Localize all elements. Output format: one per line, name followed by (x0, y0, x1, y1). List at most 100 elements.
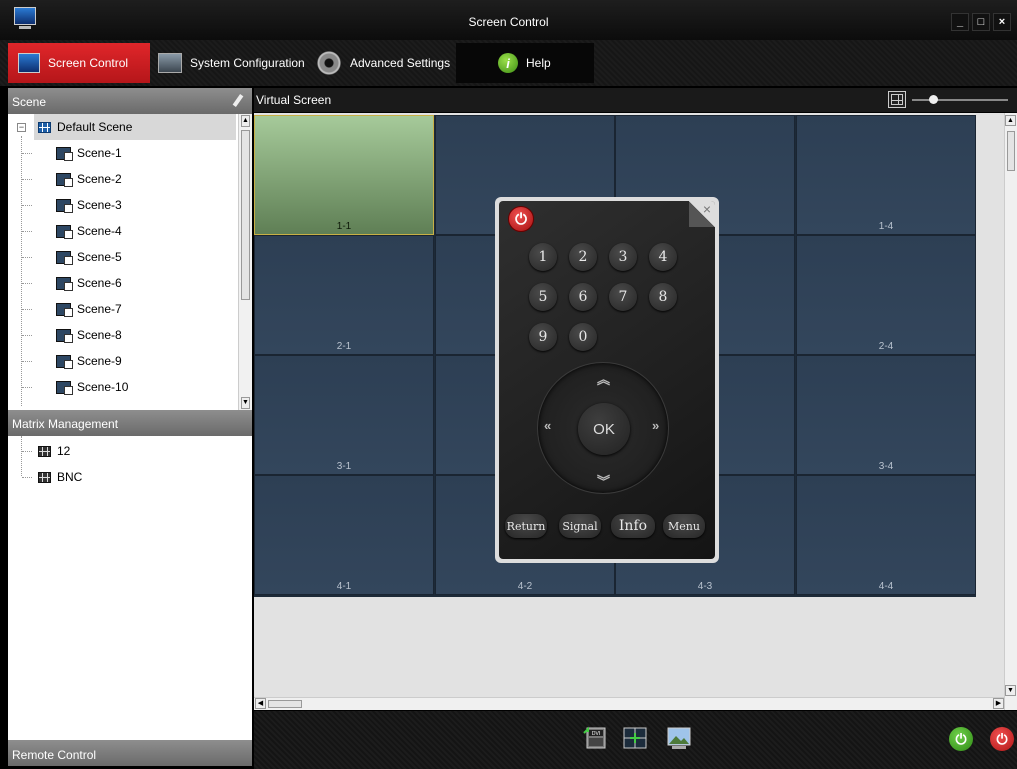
tree-line (22, 387, 32, 388)
screen-cell[interactable]: 1-4 (796, 115, 976, 235)
tree-line (22, 153, 32, 154)
matrix-panel-header: Matrix Management (8, 410, 252, 436)
tree-item-label: Scene-7 (77, 302, 122, 316)
tree-item-scene[interactable]: Scene-7 (56, 296, 122, 322)
scene-icon (56, 302, 73, 317)
tab-screen-control[interactable]: Screen Control (8, 43, 150, 83)
screen-cell[interactable]: 3-1 (254, 355, 434, 475)
function-key-button[interactable]: Return (505, 514, 547, 538)
scene-panel-header: Scene (8, 88, 252, 114)
tree-item-scene[interactable]: Scene-3 (56, 192, 122, 218)
tree-item-label: Scene-1 (77, 146, 122, 160)
scroll-down-arrow[interactable]: ▼ (1005, 685, 1016, 696)
title-bar: Screen Control _ □ × (0, 0, 1017, 40)
scrollbar-thumb[interactable] (1007, 131, 1015, 171)
tree-item-scene[interactable]: Scene-4 (56, 218, 122, 244)
zoom-slider[interactable] (912, 99, 1008, 101)
tab-label: Advanced Settings (350, 56, 451, 70)
number-key-button[interactable]: 5 (529, 283, 557, 311)
scrollbar-thumb[interactable] (241, 130, 250, 300)
tree-line (21, 436, 22, 476)
left-panel: Scene Default Scene − ▲ ▼ Scene-1 Scene-2… (8, 88, 252, 766)
scene-tree: Default Scene − ▲ ▼ Scene-1 Scene-2 Scene-… (8, 114, 252, 410)
function-key-button[interactable]: Info (611, 514, 655, 538)
tab-advanced-settings[interactable]: Advanced Settings (310, 43, 454, 83)
arrow-left-button[interactable]: « (544, 418, 551, 433)
number-key-button[interactable]: 0 (569, 323, 597, 351)
number-key-button[interactable]: 2 (569, 243, 597, 271)
scroll-right-arrow[interactable]: ▶ (993, 698, 1004, 709)
screen-cell[interactable]: 4-1 (254, 475, 434, 595)
number-key-button[interactable]: 1 (529, 243, 557, 271)
remote-close-button[interactable]: × (703, 201, 711, 217)
tree-item-scene[interactable]: Scene-10 (56, 374, 128, 400)
bottom-toolbar: DVI ⏻ ⏻ (254, 711, 1017, 769)
number-key-button[interactable]: 7 (609, 283, 637, 311)
arrow-up-button[interactable]: ︽ (597, 369, 610, 388)
screen-cell[interactable]: 3-4 (796, 355, 976, 475)
remote-control-popup: × ⏻ ︽ ︾ « » OK 1 2 3 4 5 6 7 8 9 0 Return Signal Inf… (495, 197, 719, 563)
scroll-down-arrow[interactable]: ▼ (241, 397, 250, 409)
tree-item-scene[interactable]: Scene-9 (56, 348, 122, 374)
remote-power-button[interactable]: ⏻ (508, 206, 534, 232)
matrix-panel-title: Matrix Management (12, 417, 119, 431)
tab-help[interactable]: i Help (456, 43, 594, 83)
collapse-toggle[interactable]: − (17, 123, 26, 132)
maximize-button[interactable]: □ (972, 13, 990, 31)
tab-system-configuration[interactable]: System Configuration (152, 43, 308, 83)
screen-icon (18, 53, 40, 73)
tree-item-default-scene[interactable]: Default Scene (34, 114, 236, 140)
split-screen-icon[interactable] (622, 725, 648, 751)
number-key-button[interactable]: 9 (529, 323, 557, 351)
tree-item-label: Scene-10 (77, 380, 129, 394)
number-key-button[interactable]: 3 (609, 243, 637, 271)
edit-pencil-icon[interactable] (232, 94, 244, 107)
ok-button[interactable]: OK (578, 403, 630, 455)
arrow-down-button[interactable]: ︾ (597, 471, 610, 490)
canvas-vertical-scrollbar[interactable]: ▲ ▼ (1004, 113, 1017, 710)
tree-item-matrix[interactable]: BNC (38, 464, 82, 490)
remote-control-panel-header[interactable]: Remote Control (8, 740, 252, 766)
tree-item-scene[interactable]: Scene-8 (56, 322, 122, 348)
canvas-horizontal-scrollbar[interactable]: ◀ ▶ (254, 697, 1004, 710)
scroll-up-arrow[interactable]: ▲ (241, 115, 250, 127)
screen-cell[interactable]: 4-4 (796, 475, 976, 595)
tree-line (22, 257, 32, 258)
power-on-button[interactable]: ⏻ (949, 727, 973, 751)
screen-cell[interactable]: 1-1 (254, 115, 434, 235)
zoom-slider-handle[interactable] (929, 95, 938, 104)
dvi-keyboard-icon[interactable]: DVI (582, 725, 608, 751)
tree-line (22, 283, 32, 284)
layout-grid-icon[interactable] (888, 91, 906, 108)
tree-item-scene[interactable]: Scene-5 (56, 244, 122, 270)
scene-tree-scrollbar[interactable]: ▲ ▼ (238, 114, 252, 410)
tree-item-scene[interactable]: Scene-1 (56, 140, 122, 166)
tree-item-scene[interactable]: Scene-6 (56, 270, 122, 296)
tree-line (22, 361, 32, 362)
tab-bar: Screen Control System Configuration Adva… (0, 40, 1017, 86)
scroll-left-arrow[interactable]: ◀ (255, 698, 266, 709)
scene-icon (56, 380, 73, 395)
tree-item-label: Default Scene (57, 120, 133, 134)
arrow-right-button[interactable]: » (652, 418, 659, 433)
screen-cell[interactable]: 2-1 (254, 235, 434, 355)
tree-line (22, 477, 32, 478)
screen-cell[interactable]: 2-4 (796, 235, 976, 355)
function-key-button[interactable]: Menu (663, 514, 705, 538)
image-background-icon[interactable] (666, 725, 692, 751)
scrollbar-thumb[interactable] (268, 700, 302, 708)
tree-line (22, 205, 32, 206)
close-button[interactable]: × (993, 13, 1011, 31)
tree-item-matrix[interactable]: 12 (38, 438, 70, 464)
scroll-up-arrow[interactable]: ▲ (1005, 115, 1016, 126)
remote-body: × ⏻ ︽ ︾ « » OK 1 2 3 4 5 6 7 8 9 0 Return Signal Inf… (499, 201, 715, 559)
tree-item-label: Scene-3 (77, 198, 122, 212)
tree-item-scene[interactable]: Scene-2 (56, 166, 122, 192)
number-key-button[interactable]: 8 (649, 283, 677, 311)
number-key-button[interactable]: 6 (569, 283, 597, 311)
power-off-button[interactable]: ⏻ (990, 727, 1014, 751)
direction-pad: ︽ ︾ « » OK (537, 362, 669, 494)
number-key-button[interactable]: 4 (649, 243, 677, 271)
function-key-button[interactable]: Signal (559, 514, 601, 538)
minimize-button[interactable]: _ (951, 13, 969, 31)
